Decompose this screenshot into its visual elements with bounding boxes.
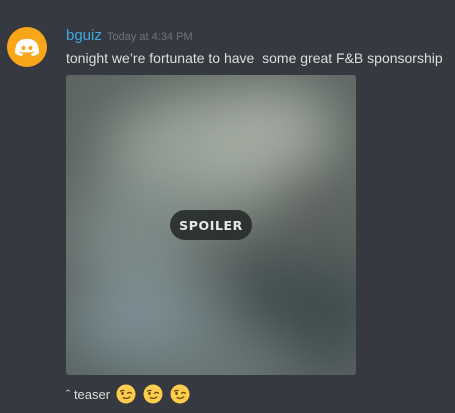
chat-message: bguiz Today at 4:34 PM tonight we’re for… (0, 0, 455, 413)
spoiler-label[interactable]: SPOILER (170, 210, 252, 240)
wink-face-icon[interactable] (170, 384, 190, 404)
discord-logo-icon (15, 38, 39, 56)
timestamp: Today at 4:34 PM (107, 31, 193, 43)
spoiler-image-attachment[interactable]: SPOILER (66, 75, 356, 375)
message-followup: ˆ teaser (66, 383, 197, 405)
wink-face-icon[interactable] (116, 384, 136, 404)
username[interactable]: bguiz (66, 27, 102, 45)
user-avatar[interactable] (7, 27, 47, 67)
wink-face-icon[interactable] (143, 384, 163, 404)
message-text: tonight we’re fortunate to have some gre… (66, 50, 443, 66)
followup-text: ˆ teaser (66, 386, 111, 402)
